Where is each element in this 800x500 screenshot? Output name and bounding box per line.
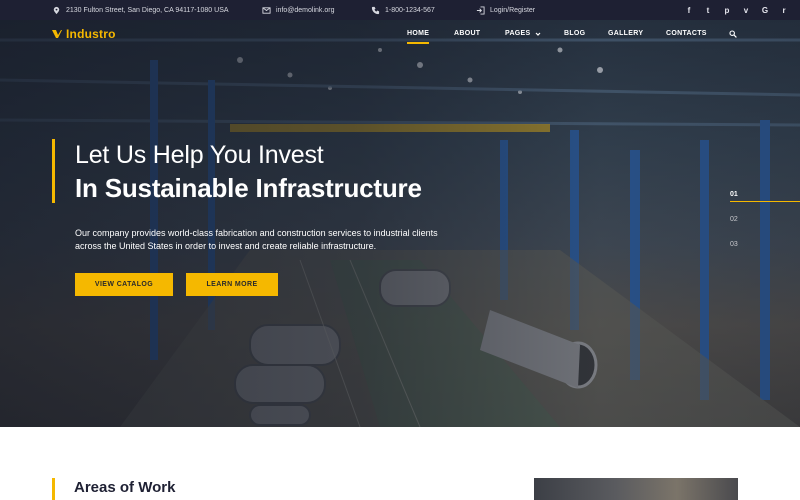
phone-link[interactable]: 1-800-1234-567 xyxy=(385,7,435,14)
nav-contacts[interactable]: CONTACTS xyxy=(666,30,707,37)
search-icon[interactable] xyxy=(729,30,737,38)
nav-gallery[interactable]: GALLERY xyxy=(608,30,643,37)
nav-pages[interactable]: PAGES xyxy=(505,30,541,37)
map-pin-icon xyxy=(53,6,60,14)
section-accent-bar xyxy=(52,478,55,500)
hero-accent-bar xyxy=(52,139,55,203)
slide-indicator-3[interactable]: 03 xyxy=(730,241,738,248)
hero-overlay xyxy=(0,20,800,427)
login-register-text[interactable]: Login/Register xyxy=(490,7,535,14)
top-bar: 2130 Fulton Street, San Diego, CA 94117-… xyxy=(0,0,800,20)
chevron-down-icon xyxy=(535,32,540,36)
vimeo-icon[interactable]: v xyxy=(742,6,750,15)
section-title: Areas of Work xyxy=(74,479,176,496)
email-link[interactable]: info@demolink.org xyxy=(276,7,334,14)
hero-section xyxy=(0,20,800,427)
nav-home[interactable]: HOME xyxy=(407,30,430,44)
phone-info[interactable]: 1-800-1234-567 xyxy=(371,0,435,20)
pinterest-icon[interactable]: p xyxy=(723,6,731,15)
email-info[interactable]: info@demolink.org xyxy=(262,0,334,20)
phone-icon xyxy=(371,6,380,14)
address-info: 2130 Fulton Street, San Diego, CA 94117-… xyxy=(52,0,229,20)
hero-title-line-2: In Sustainable Infrastructure xyxy=(75,173,422,203)
address-text: 2130 Fulton Street, San Diego, CA 94117-… xyxy=(66,6,229,14)
slide-indicator-1[interactable]: 01 xyxy=(730,191,738,198)
rss-icon[interactable]: r xyxy=(780,6,788,15)
nav-blog[interactable]: BLOG xyxy=(564,30,585,37)
login-register-link[interactable]: Login/Register xyxy=(476,0,535,20)
twitter-icon[interactable]: t xyxy=(704,6,712,15)
learn-more-button[interactable]: LEARN MORE xyxy=(186,273,278,296)
view-catalog-button[interactable]: VIEW CATALOG xyxy=(75,273,173,296)
section-image xyxy=(534,478,738,500)
login-icon xyxy=(476,5,485,15)
nav-about[interactable]: ABOUT xyxy=(454,30,480,37)
nav-pages-label: PAGES xyxy=(505,30,531,37)
social-links: f t p v G r xyxy=(685,0,788,20)
google-icon[interactable]: G xyxy=(761,6,769,15)
main-nav: HOME ABOUT PAGES BLOG GALLERY CONTACTS xyxy=(0,30,800,44)
hero-description: Our company provides world-class fabrica… xyxy=(75,228,438,251)
slide-indicator-line xyxy=(730,201,800,202)
envelope-icon xyxy=(262,6,271,14)
hero-title-line-1: Let Us Help You Invest xyxy=(75,141,324,169)
facebook-icon[interactable]: f xyxy=(685,6,693,15)
slide-indicator-2[interactable]: 02 xyxy=(730,216,738,223)
